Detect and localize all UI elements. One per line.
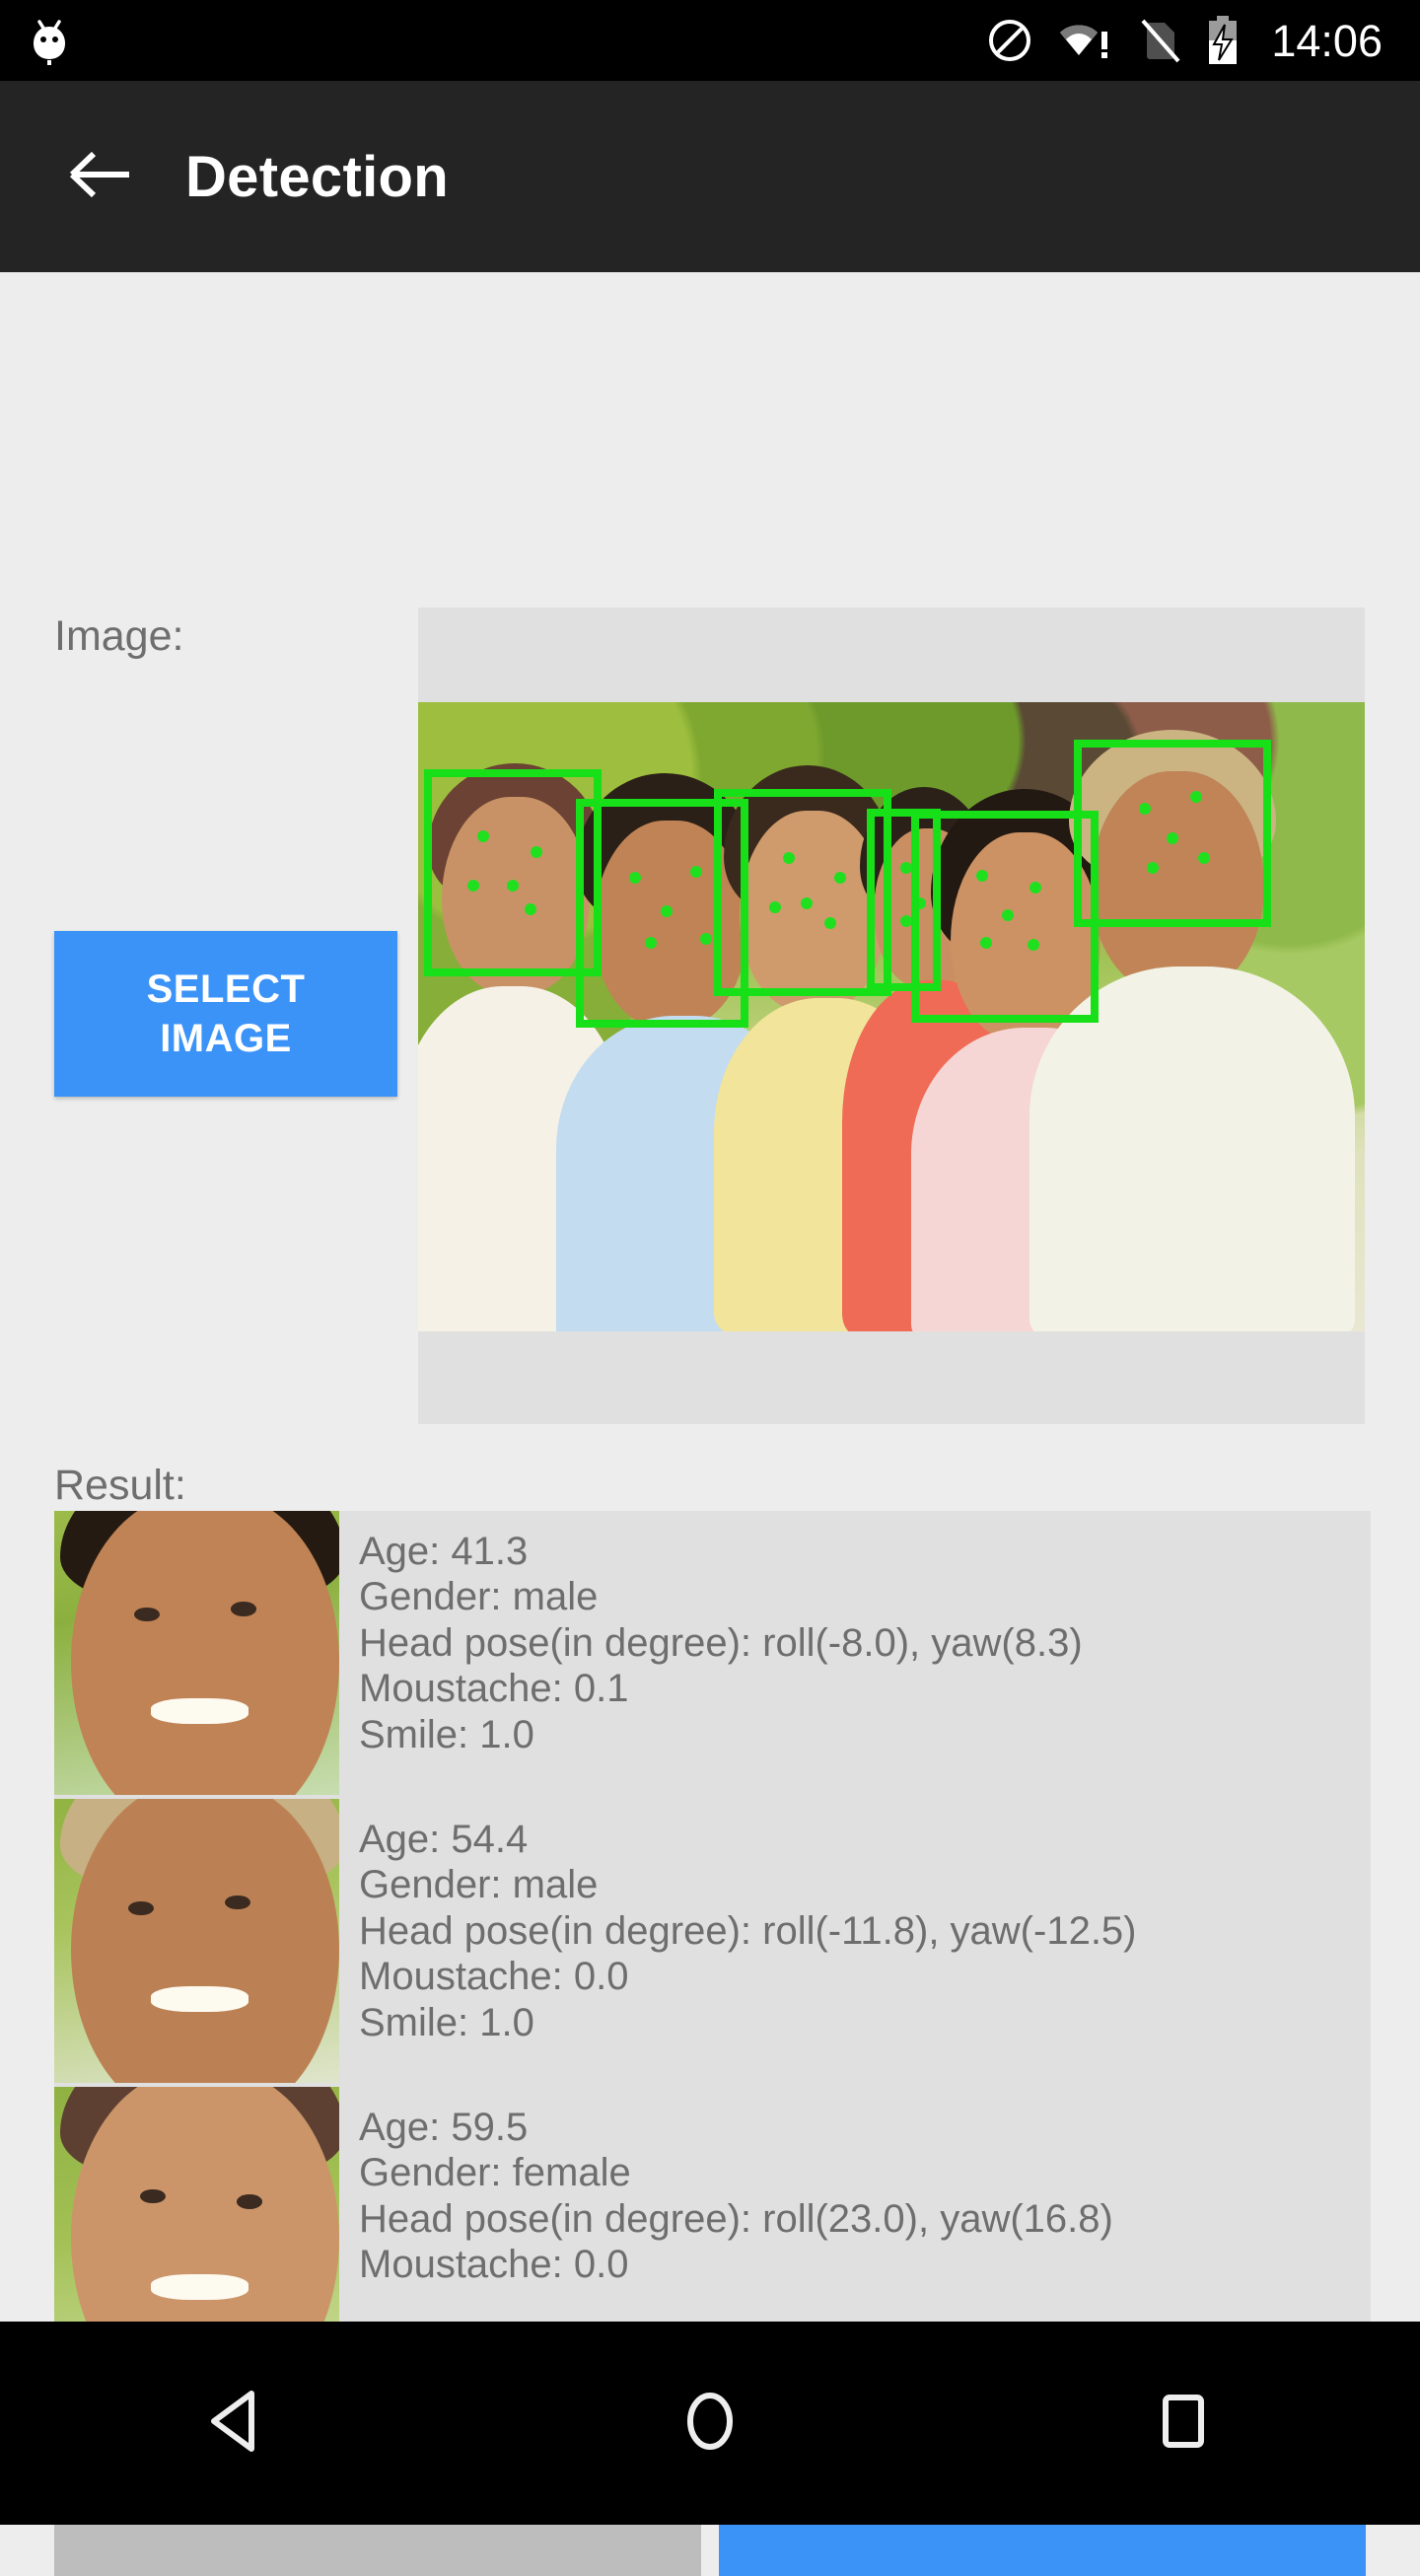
back-button[interactable] [47, 122, 156, 231]
app-bar: Detection [0, 81, 1420, 272]
result-head-pose: Head pose(in degree): roll(-11.8), yaw(-… [359, 1908, 1137, 1953]
result-moustache: Moustache: 0.1 [359, 1667, 629, 1711]
nav-recents-square-icon [1153, 2389, 1214, 2459]
android-robot-icon [28, 16, 71, 65]
result-smile: Smile: 1.0 [359, 2000, 534, 2044]
result-row[interactable]: Age: 59.5 Gender: female Head pose(in de… [54, 2087, 1371, 2344]
select-image-label-line2: IMAGE [160, 1017, 292, 1060]
result-smile: Smile: 1.0 [359, 1712, 534, 1756]
result-age: Age: 59.5 [359, 2106, 529, 2149]
select-image-button[interactable]: SELECT IMAGE [54, 931, 397, 1097]
image-section-label: Image: [54, 612, 184, 660]
result-head-pose: Head pose(in degree): roll(-8.0), yaw(8.… [359, 1620, 1083, 1665]
wifi-warning-icon [1058, 18, 1113, 63]
nav-home-circle-icon [679, 2389, 741, 2459]
select-image-label-line1: SELECT [146, 967, 306, 1011]
face-thumbnail-3 [54, 2087, 339, 2344]
result-age: Age: 54.4 [359, 1818, 529, 1861]
result-moustache: Moustache: 0.0 [359, 2243, 629, 2287]
page-title: Detection [185, 144, 449, 209]
status-bar-clock: 14:06 [1271, 15, 1383, 66]
back-arrow-icon [68, 145, 135, 209]
navigation-bar [0, 2322, 1420, 2525]
content-area: Image: SELECT IMAGE Result: Age: 41.3 Ge… [0, 272, 1420, 2576]
nav-back-button[interactable] [0, 2389, 473, 2459]
result-info: Age: 59.5 Gender: female Head pose(in de… [339, 2087, 1371, 2288]
image-preview-frame[interactable] [418, 608, 1365, 1424]
nav-back-triangle-icon [206, 2389, 267, 2459]
battery-charging-icon [1206, 15, 1240, 66]
result-list[interactable]: Age: 41.3 Gender: male Head pose(in degr… [54, 1511, 1371, 2344]
status-bar-right: 14:06 [987, 15, 1420, 66]
result-gender: Gender: male [359, 1863, 599, 1907]
nav-home-button[interactable] [473, 2389, 947, 2459]
status-bar: 14:06 [0, 0, 1420, 81]
result-age: Age: 41.3 [359, 1530, 529, 1573]
face-box-1 [424, 769, 602, 976]
result-gender: Gender: male [359, 1575, 599, 1619]
result-moustache: Moustache: 0.0 [359, 1955, 629, 1999]
face-box-6 [1074, 740, 1271, 927]
detection-photo [418, 702, 1365, 1331]
face-thumbnail-2 [54, 1799, 339, 2083]
face-box-3 [714, 789, 891, 996]
face-box-5 [911, 811, 1099, 1023]
face-thumbnail-1 [54, 1511, 339, 1795]
status-bar-left [0, 16, 71, 65]
do-not-disturb-icon [987, 18, 1032, 63]
no-sim-icon [1139, 17, 1180, 64]
result-info: Age: 41.3 Gender: male Head pose(in degr… [339, 1511, 1371, 1757]
result-row[interactable]: Age: 54.4 Gender: male Head pose(in degr… [54, 1799, 1371, 2083]
result-section-label: Result: [54, 1462, 186, 1509]
result-info: Age: 54.4 Gender: male Head pose(in degr… [339, 1799, 1371, 2045]
result-gender: Gender: female [359, 2151, 631, 2195]
result-head-pose: Head pose(in degree): roll(23.0), yaw(16… [359, 2196, 1113, 2241]
result-row[interactable]: Age: 41.3 Gender: male Head pose(in degr… [54, 1511, 1371, 1795]
nav-recents-button[interactable] [947, 2389, 1420, 2459]
